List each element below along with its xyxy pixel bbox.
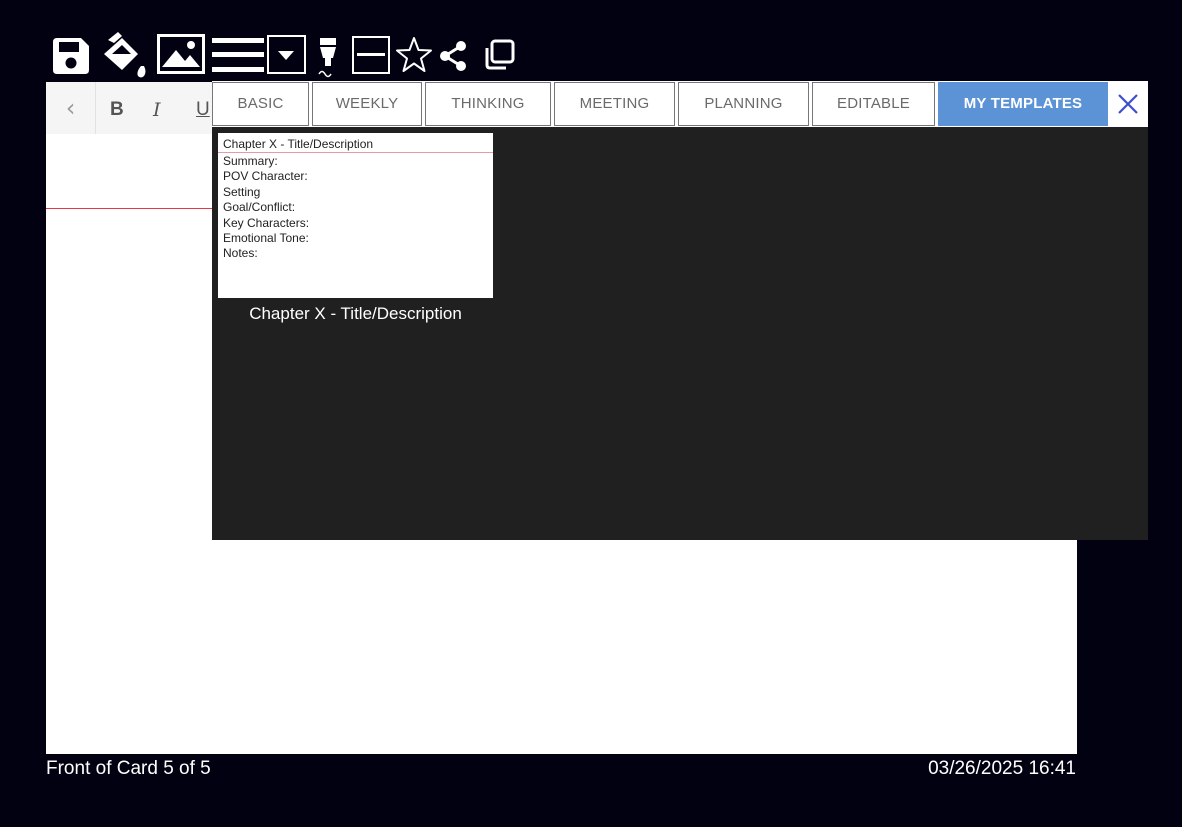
dropdown-arrow-icon[interactable] — [267, 35, 307, 75]
bold-button[interactable]: B — [110, 82, 124, 134]
close-icon[interactable] — [1108, 83, 1148, 125]
underline-button[interactable]: U — [196, 82, 210, 134]
thumbnail-title: Chapter X - Title/Description — [223, 137, 374, 151]
template-caption[interactable]: Chapter X - Title/Description — [218, 304, 493, 324]
template-tabs: BASIC WEEKLY THINKING MEETING PLANNING E… — [212, 81, 1148, 127]
line-spacing-icon[interactable] — [212, 36, 264, 76]
thumbnail-line: Summary: — [223, 154, 278, 168]
image-icon[interactable] — [157, 34, 205, 76]
star-icon[interactable] — [395, 36, 433, 74]
back-chevron-icon[interactable]: ‹ — [46, 82, 96, 134]
thumbnail-line: Key Characters: — [223, 215, 310, 230]
template-thumbnail[interactable]: Chapter X - Title/Description Summary: P… — [218, 133, 493, 298]
card-position-label: Front of Card 5 of 5 — [46, 758, 211, 779]
horizontal-rule-icon[interactable] — [351, 35, 391, 75]
tab-basic[interactable]: BASIC — [212, 82, 309, 126]
tab-my-templates[interactable]: MY TEMPLATES — [938, 82, 1108, 126]
highlighter-icon[interactable] — [316, 36, 342, 78]
share-icon[interactable] — [437, 39, 469, 73]
thumbnail-lines: Summary: POV Character: Setting Goal/Con… — [223, 154, 309, 262]
timestamp-label: 03/26/2025 16:41 — [928, 758, 1076, 779]
thumbnail-divider — [218, 152, 493, 153]
fill-color-icon[interactable] — [100, 30, 150, 80]
thumbnail-line: Setting — [223, 184, 261, 199]
tab-planning[interactable]: PLANNING — [678, 82, 809, 126]
thumbnail-line: Notes: — [223, 246, 258, 261]
save-icon[interactable] — [51, 36, 91, 76]
tab-editable[interactable]: EDITABLE — [812, 82, 935, 126]
tab-thinking[interactable]: THINKING — [425, 82, 551, 126]
thumbnail-line: POV Character: — [223, 169, 308, 184]
tab-meeting[interactable]: MEETING — [554, 82, 675, 126]
template-panel: BASIC WEEKLY THINKING MEETING PLANNING E… — [212, 81, 1148, 540]
toolbar — [0, 0, 1182, 80]
thumbnail-line: Goal/Conflict: — [223, 200, 296, 215]
italic-button[interactable]: I — [153, 82, 161, 134]
copy-icon[interactable] — [484, 39, 516, 71]
tab-weekly[interactable]: WEEKLY — [312, 82, 422, 126]
thumbnail-line: Emotional Tone: — [223, 231, 309, 246]
